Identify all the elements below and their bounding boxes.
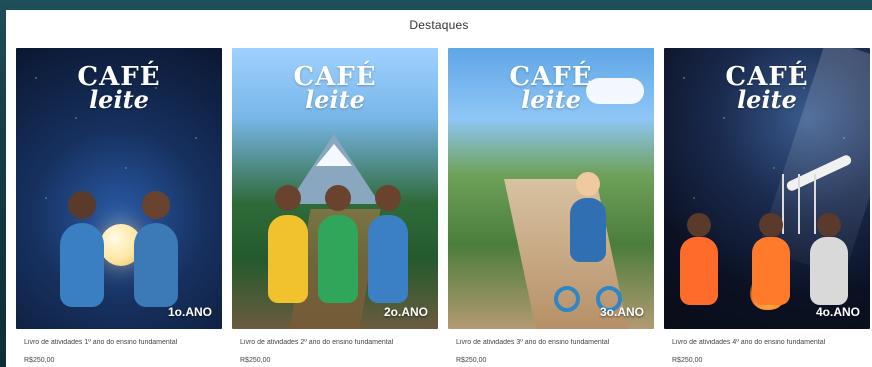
child-illustration bbox=[268, 185, 308, 303]
child-illustration bbox=[134, 191, 178, 307]
product-price: R$250,00 bbox=[672, 357, 703, 364]
child-illustration bbox=[368, 185, 408, 303]
product-card-3[interactable]: CAFÉ leite 3o.ANO Livro de atividades 3º… bbox=[448, 48, 654, 367]
product-description[interactable]: Livro de atividades 3º ano do ensino fun… bbox=[456, 339, 656, 346]
logo-line-2: leite bbox=[89, 85, 149, 114]
logo-line-2: leite bbox=[737, 85, 797, 114]
product-description[interactable]: Livro de atividades 1º ano do ensino fun… bbox=[24, 339, 224, 346]
telescope-illustration bbox=[785, 153, 853, 193]
product-card-1[interactable]: CAFÉ leite 1o.ANO Livro de atividades 1º… bbox=[16, 48, 222, 367]
child-illustration bbox=[318, 185, 358, 303]
child-illustration bbox=[810, 213, 848, 305]
bicycle-wheel bbox=[554, 286, 580, 312]
product-price: R$250,00 bbox=[456, 357, 487, 364]
product-price: R$250,00 bbox=[24, 357, 55, 364]
grade-badge: 1o.ANO bbox=[167, 305, 212, 319]
product-cover-3[interactable]: CAFÉ leite 3o.ANO bbox=[448, 48, 654, 329]
product-cover-1[interactable]: CAFÉ leite 1o.ANO bbox=[16, 48, 222, 329]
child-illustration bbox=[752, 213, 790, 305]
product-grid: CAFÉ leite 1o.ANO Livro de atividades 1º… bbox=[16, 48, 872, 367]
highlights-panel: Destaques CAFÉ leite 1o.ANO Livro de ati… bbox=[6, 10, 872, 367]
logo-line-1: CAFÉ bbox=[77, 62, 161, 92]
child-illustration bbox=[60, 191, 104, 307]
rider-illustration bbox=[570, 172, 606, 262]
brand-logo: CAFÉ leite bbox=[232, 64, 438, 112]
logo-line-2: leite bbox=[305, 85, 365, 114]
bicycle-illustration bbox=[552, 172, 624, 312]
product-card-2[interactable]: CAFÉ leite 2o.ANO Livro de atividades 2º… bbox=[232, 48, 438, 367]
section-title: Destaques bbox=[409, 18, 469, 32]
product-price: R$250,00 bbox=[240, 357, 271, 364]
brand-logo: CAFÉ leite bbox=[664, 64, 870, 112]
logo-line-1: CAFÉ bbox=[725, 62, 809, 92]
product-cover-2[interactable]: CAFÉ leite 2o.ANO bbox=[232, 48, 438, 329]
moon-illustration bbox=[100, 224, 142, 266]
product-cover-4[interactable]: CAFÉ leite 4o.ANO bbox=[664, 48, 870, 329]
grade-badge: 2o.ANO bbox=[383, 305, 428, 319]
product-description[interactable]: Livro de atividades 4º ano do ensino fun… bbox=[672, 339, 872, 346]
tripod-illustration bbox=[798, 174, 800, 234]
brand-logo: CAFÉ leite bbox=[16, 64, 222, 112]
grade-badge: 4o.ANO bbox=[815, 305, 860, 319]
cloud-illustration bbox=[586, 78, 644, 104]
campfire-illustration bbox=[750, 274, 786, 310]
product-description[interactable]: Livro de atividades 2º ano do ensino fun… bbox=[240, 339, 440, 346]
milky-way-illustration bbox=[758, 48, 870, 277]
grade-badge: 3o.ANO bbox=[599, 305, 644, 319]
child-illustration bbox=[680, 213, 718, 305]
product-card-4[interactable]: CAFÉ leite 4o.ANO Livro de atividades 4º… bbox=[664, 48, 870, 367]
